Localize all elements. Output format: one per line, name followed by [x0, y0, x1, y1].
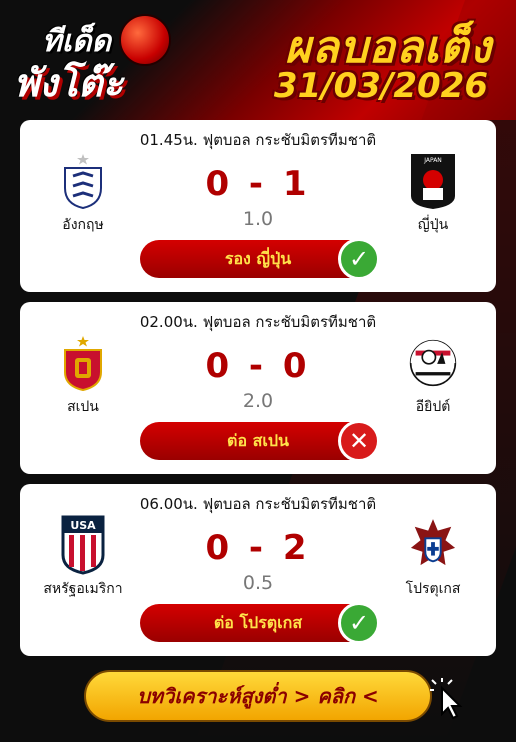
logo-text-bottom: พังโต๊ะ	[14, 61, 124, 105]
handicap: 2.0	[242, 390, 274, 412]
cross-icon: ✕	[338, 420, 380, 462]
away-team: อียิปต์	[378, 334, 488, 418]
match-score: 0 - 1	[205, 164, 311, 204]
home-team-name: อังกฤษ	[62, 217, 104, 233]
home-team: สเปน	[28, 334, 138, 418]
away-team-name: โปรตุเกส	[405, 581, 461, 597]
japan-crest-text: JAPAN	[423, 157, 442, 164]
match-card: 02.00น. ฟุตบอล กระชับมิตรทีมชาติ สเปน 0 …	[20, 302, 496, 474]
portugal-crest-icon	[409, 516, 457, 574]
usa-crest-icon: USA	[59, 515, 107, 575]
check-icon: ✓	[338, 238, 380, 280]
away-team: JAPAN ญี่ปุ่น	[378, 152, 488, 236]
home-team-name: สเปน	[67, 399, 99, 415]
match-time-league: 01.45น. ฟุตบอล กระชับมิตรทีมชาติ	[139, 131, 377, 149]
handicap: 1.0	[242, 208, 274, 230]
match-card: 06.00น. ฟุตบอล กระชับมิตรทีมชาติ USA สหร…	[20, 484, 496, 656]
handicap: 0.5	[242, 572, 274, 594]
england-crest-icon	[59, 152, 107, 210]
tip-label: รอง ญี่ปุ่น	[224, 248, 292, 268]
cta-label: บทวิเคราะห์สูงต่ำ > คลิก <	[137, 684, 379, 708]
match-time-league: 02.00น. ฟุตบอล กระชับมิตรทีมชาติ	[139, 313, 377, 331]
site-logo[interactable]: ทีเด็ด พังโต๊ะ	[14, 14, 184, 106]
pointer-cursor-icon	[428, 678, 472, 722]
egypt-crest-icon	[409, 334, 457, 392]
away-team-name: อียิปต์	[415, 399, 451, 415]
usa-crest-text: USA	[70, 519, 96, 532]
tip-label: ต่อ โปรตุเกส	[213, 612, 303, 632]
tip-label: ต่อ สเปน	[227, 430, 289, 450]
match-score: 0 - 0	[205, 346, 311, 386]
football-icon	[119, 14, 171, 66]
away-team-name: ญี่ปุ่น	[417, 217, 449, 233]
japan-crest-icon: JAPAN	[409, 152, 457, 210]
spain-crest-icon	[59, 334, 107, 392]
match-card: 01.45น. ฟุตบอล กระชับมิตรทีมชาติ อังกฤษ …	[20, 120, 496, 292]
analysis-link-button[interactable]: บทวิเคราะห์สูงต่ำ > คลิก <	[84, 670, 432, 722]
check-icon: ✓	[338, 602, 380, 644]
away-team: โปรตุเกส	[378, 516, 488, 600]
home-team-name: สหรัฐอเมริกา	[43, 581, 123, 597]
home-team: USA สหรัฐอเมริกา	[28, 515, 138, 600]
match-time-league: 06.00น. ฟุตบอล กระชับมิตรทีมชาติ	[139, 495, 377, 513]
match-score: 0 - 2	[205, 528, 311, 568]
home-team: อังกฤษ	[28, 152, 138, 236]
page-date: 31/03/2026	[273, 66, 488, 106]
